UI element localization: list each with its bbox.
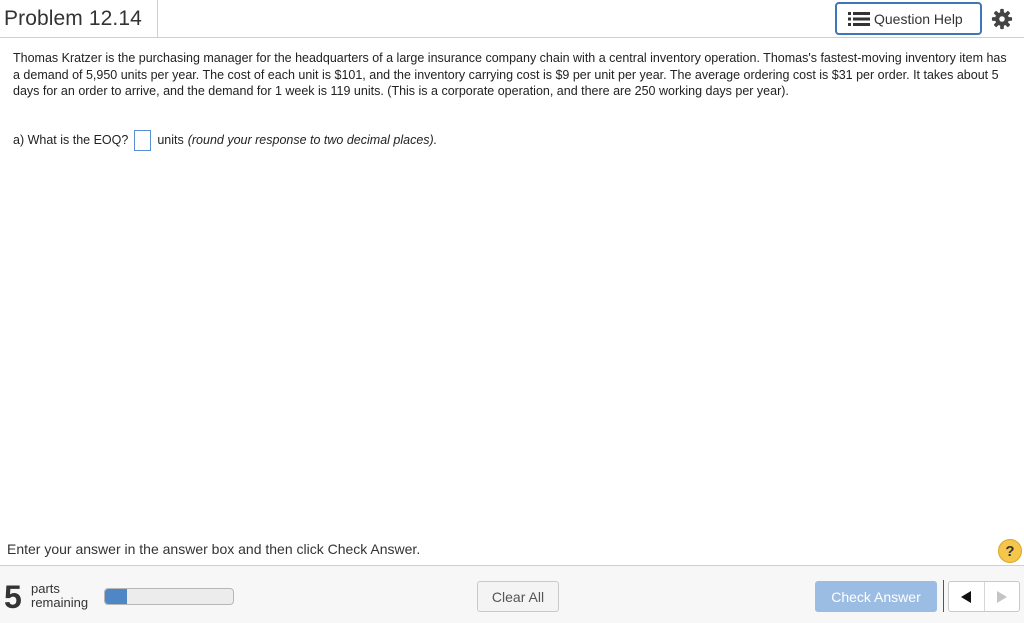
gear-icon[interactable] bbox=[991, 8, 1013, 30]
parts-label-line2: remaining bbox=[31, 595, 89, 610]
parts-label: parts remaining bbox=[31, 582, 88, 610]
question-help-button[interactable]: Question Help bbox=[835, 2, 982, 35]
units-label: units bbox=[157, 133, 184, 147]
previous-button[interactable] bbox=[949, 582, 984, 611]
problem-page: Problem 12.14 Question Help Thomas Kratz… bbox=[0, 0, 1024, 623]
parts-count: 5 bbox=[4, 579, 22, 615]
clear-all-button[interactable]: Clear All bbox=[477, 581, 559, 612]
page-title: Problem 12.14 bbox=[4, 7, 142, 30]
question-row: a) What is the EOQ? units (round your re… bbox=[13, 129, 438, 151]
check-answer-button[interactable]: Check Answer bbox=[815, 581, 937, 612]
question-nav bbox=[948, 581, 1020, 612]
help-icon[interactable]: ? bbox=[998, 539, 1022, 563]
question-prefix: a) What is the EOQ? bbox=[13, 133, 129, 147]
instruction-text: Enter your answer in the answer box and … bbox=[7, 541, 421, 557]
triangle-right-icon bbox=[996, 590, 1007, 603]
answer-input[interactable] bbox=[134, 129, 152, 151]
divider bbox=[943, 580, 944, 612]
progress-fill bbox=[105, 589, 127, 604]
title-box: Problem 12.14 bbox=[0, 0, 158, 38]
footer: 5 parts remaining Clear All Check Answer bbox=[0, 565, 1024, 623]
problem-statement: Thomas Kratzer is the purchasing manager… bbox=[13, 51, 1007, 98]
list-icon bbox=[848, 11, 870, 26]
progress-bar bbox=[104, 588, 234, 605]
next-button[interactable] bbox=[983, 582, 1020, 611]
question-help-label: Question Help bbox=[874, 10, 963, 27]
triangle-left-icon bbox=[961, 590, 972, 603]
header: Problem 12.14 Question Help bbox=[0, 0, 1024, 38]
rounding-hint: (round your response to two decimal plac… bbox=[187, 133, 438, 147]
parts-label-line1: parts bbox=[31, 581, 60, 596]
